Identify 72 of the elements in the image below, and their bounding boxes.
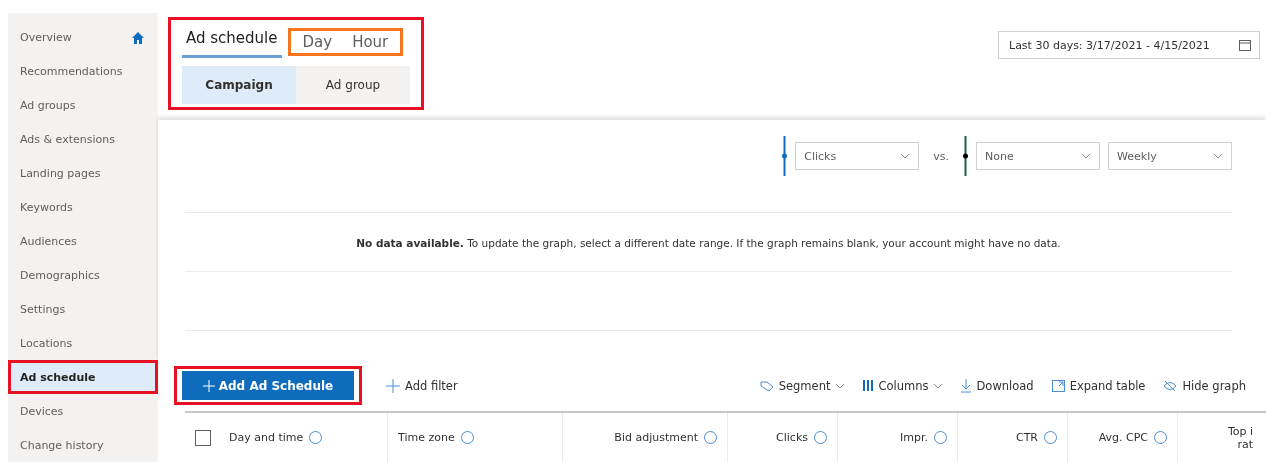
- add-ad-schedule-button[interactable]: Add Ad Schedule: [182, 371, 354, 401]
- sidebar-item[interactable]: Landing pages: [8, 156, 158, 191]
- dropdown-value: Clicks: [804, 149, 837, 163]
- sidebar-item[interactable]: Devices: [8, 394, 158, 429]
- sidebar-item[interactable]: Ads & extensions: [8, 122, 158, 157]
- toolbar-action[interactable]: Download: [961, 378, 1034, 393]
- no-data-message: No data available. To update the graph, select a different date range. If the graph remains blank, your account might have no data.: [355, 236, 1062, 252]
- plus-icon: [386, 378, 400, 393]
- scope-toggle[interactable]: Campaign: [182, 66, 296, 104]
- add-filter-button[interactable]: Add filter: [386, 378, 458, 393]
- select-all-checkbox[interactable]: [195, 429, 211, 446]
- sidebar-item[interactable]: Demographics: [8, 258, 158, 293]
- tag-icon: [759, 379, 774, 392]
- column-header[interactable]: Clicks: [776, 431, 808, 445]
- sidebar-item-label: Settings: [20, 302, 66, 316]
- sidebar-item-label: Keywords: [20, 201, 73, 215]
- sidebar-item-label: Demographics: [20, 268, 100, 282]
- sidebar-item[interactable]: Settings: [8, 292, 158, 327]
- dropdown-value: None: [985, 149, 1014, 163]
- scope-toggle[interactable]: Ad group: [296, 66, 410, 104]
- sidebar-item-label: Recommendations: [20, 65, 123, 79]
- sidebar-item-label: Audiences: [20, 235, 77, 248]
- column-header[interactable]: CTR: [1015, 431, 1038, 445]
- columns-icon: [863, 380, 874, 392]
- sidebar-item-label: Ads & extensions: [20, 133, 115, 147]
- chevron-down-icon: [1213, 153, 1223, 160]
- download-icon: [961, 378, 972, 393]
- column-header[interactable]: Top i rat: [1225, 424, 1253, 451]
- sidebar-item-label: Overview: [20, 31, 72, 45]
- metric-dropdown[interactable]: Clicks: [795, 142, 920, 171]
- column-header[interactable]: Impr.: [900, 431, 928, 445]
- vs-label: vs.: [933, 149, 949, 163]
- date-range-picker[interactable]: Last 30 days: 3/17/2021 - 4/15/2021: [998, 31, 1260, 59]
- plus-icon: [202, 379, 215, 392]
- sidebar-item-label: Change history: [20, 438, 104, 452]
- column-header[interactable]: Day and time: [229, 431, 304, 445]
- sidebar-item[interactable]: Overview: [8, 21, 158, 55]
- sidebar-item[interactable]: Locations: [8, 326, 158, 361]
- sidebar-item-label: Devices: [20, 404, 64, 418]
- toolbar-action[interactable]: Expand table: [1051, 378, 1146, 393]
- sidebar-item[interactable]: Keywords: [8, 190, 158, 225]
- tab[interactable]: Ad schedule: [182, 25, 282, 58]
- period-dropdown[interactable]: Weekly: [1108, 142, 1232, 171]
- chevron-down-icon: [835, 382, 846, 389]
- sidebar-item-label: Ad schedule: [20, 370, 96, 384]
- toolbar-action[interactable]: Columns: [863, 378, 944, 393]
- chevron-down-icon: [1081, 153, 1091, 160]
- date-range-text: Last 30 days: 3/17/2021 - 4/15/2021: [1009, 38, 1210, 52]
- sidebar-item-label: Ad groups: [20, 99, 76, 113]
- calendar-icon: [1239, 39, 1251, 51]
- sidebar-item[interactable]: Audiences: [8, 224, 158, 259]
- metric-dropdown[interactable]: None: [976, 142, 1100, 171]
- chevron-down-icon: [933, 382, 944, 389]
- chevron-down-icon: [900, 153, 911, 160]
- series-marker-icon: [963, 136, 968, 177]
- sidebar-item[interactable]: Change history: [8, 428, 158, 462]
- dropdown-value: Weekly: [1117, 149, 1157, 163]
- sidebar-item-label: Locations: [20, 336, 73, 350]
- toolbar-action[interactable]: Hide graph: [1163, 378, 1246, 393]
- column-header[interactable]: Bid adjustment: [614, 431, 698, 445]
- sidebar-item[interactable]: Ad schedule: [8, 360, 158, 395]
- toolbar-action[interactable]: Segment: [759, 378, 846, 393]
- sidebar-item[interactable]: Ad groups: [8, 88, 158, 123]
- tab[interactable]: Hour: [344, 30, 397, 53]
- column-header[interactable]: Avg. CPC: [1098, 431, 1148, 445]
- sidebar-item-label: Landing pages: [20, 167, 101, 181]
- expand-icon: [1051, 379, 1065, 392]
- series-marker-icon: [782, 136, 788, 177]
- tab[interactable]: Day: [294, 30, 341, 53]
- eye-off-icon: [1163, 379, 1178, 392]
- column-header[interactable]: Time zone: [398, 431, 455, 445]
- sidebar-item[interactable]: Recommendations: [8, 54, 158, 89]
